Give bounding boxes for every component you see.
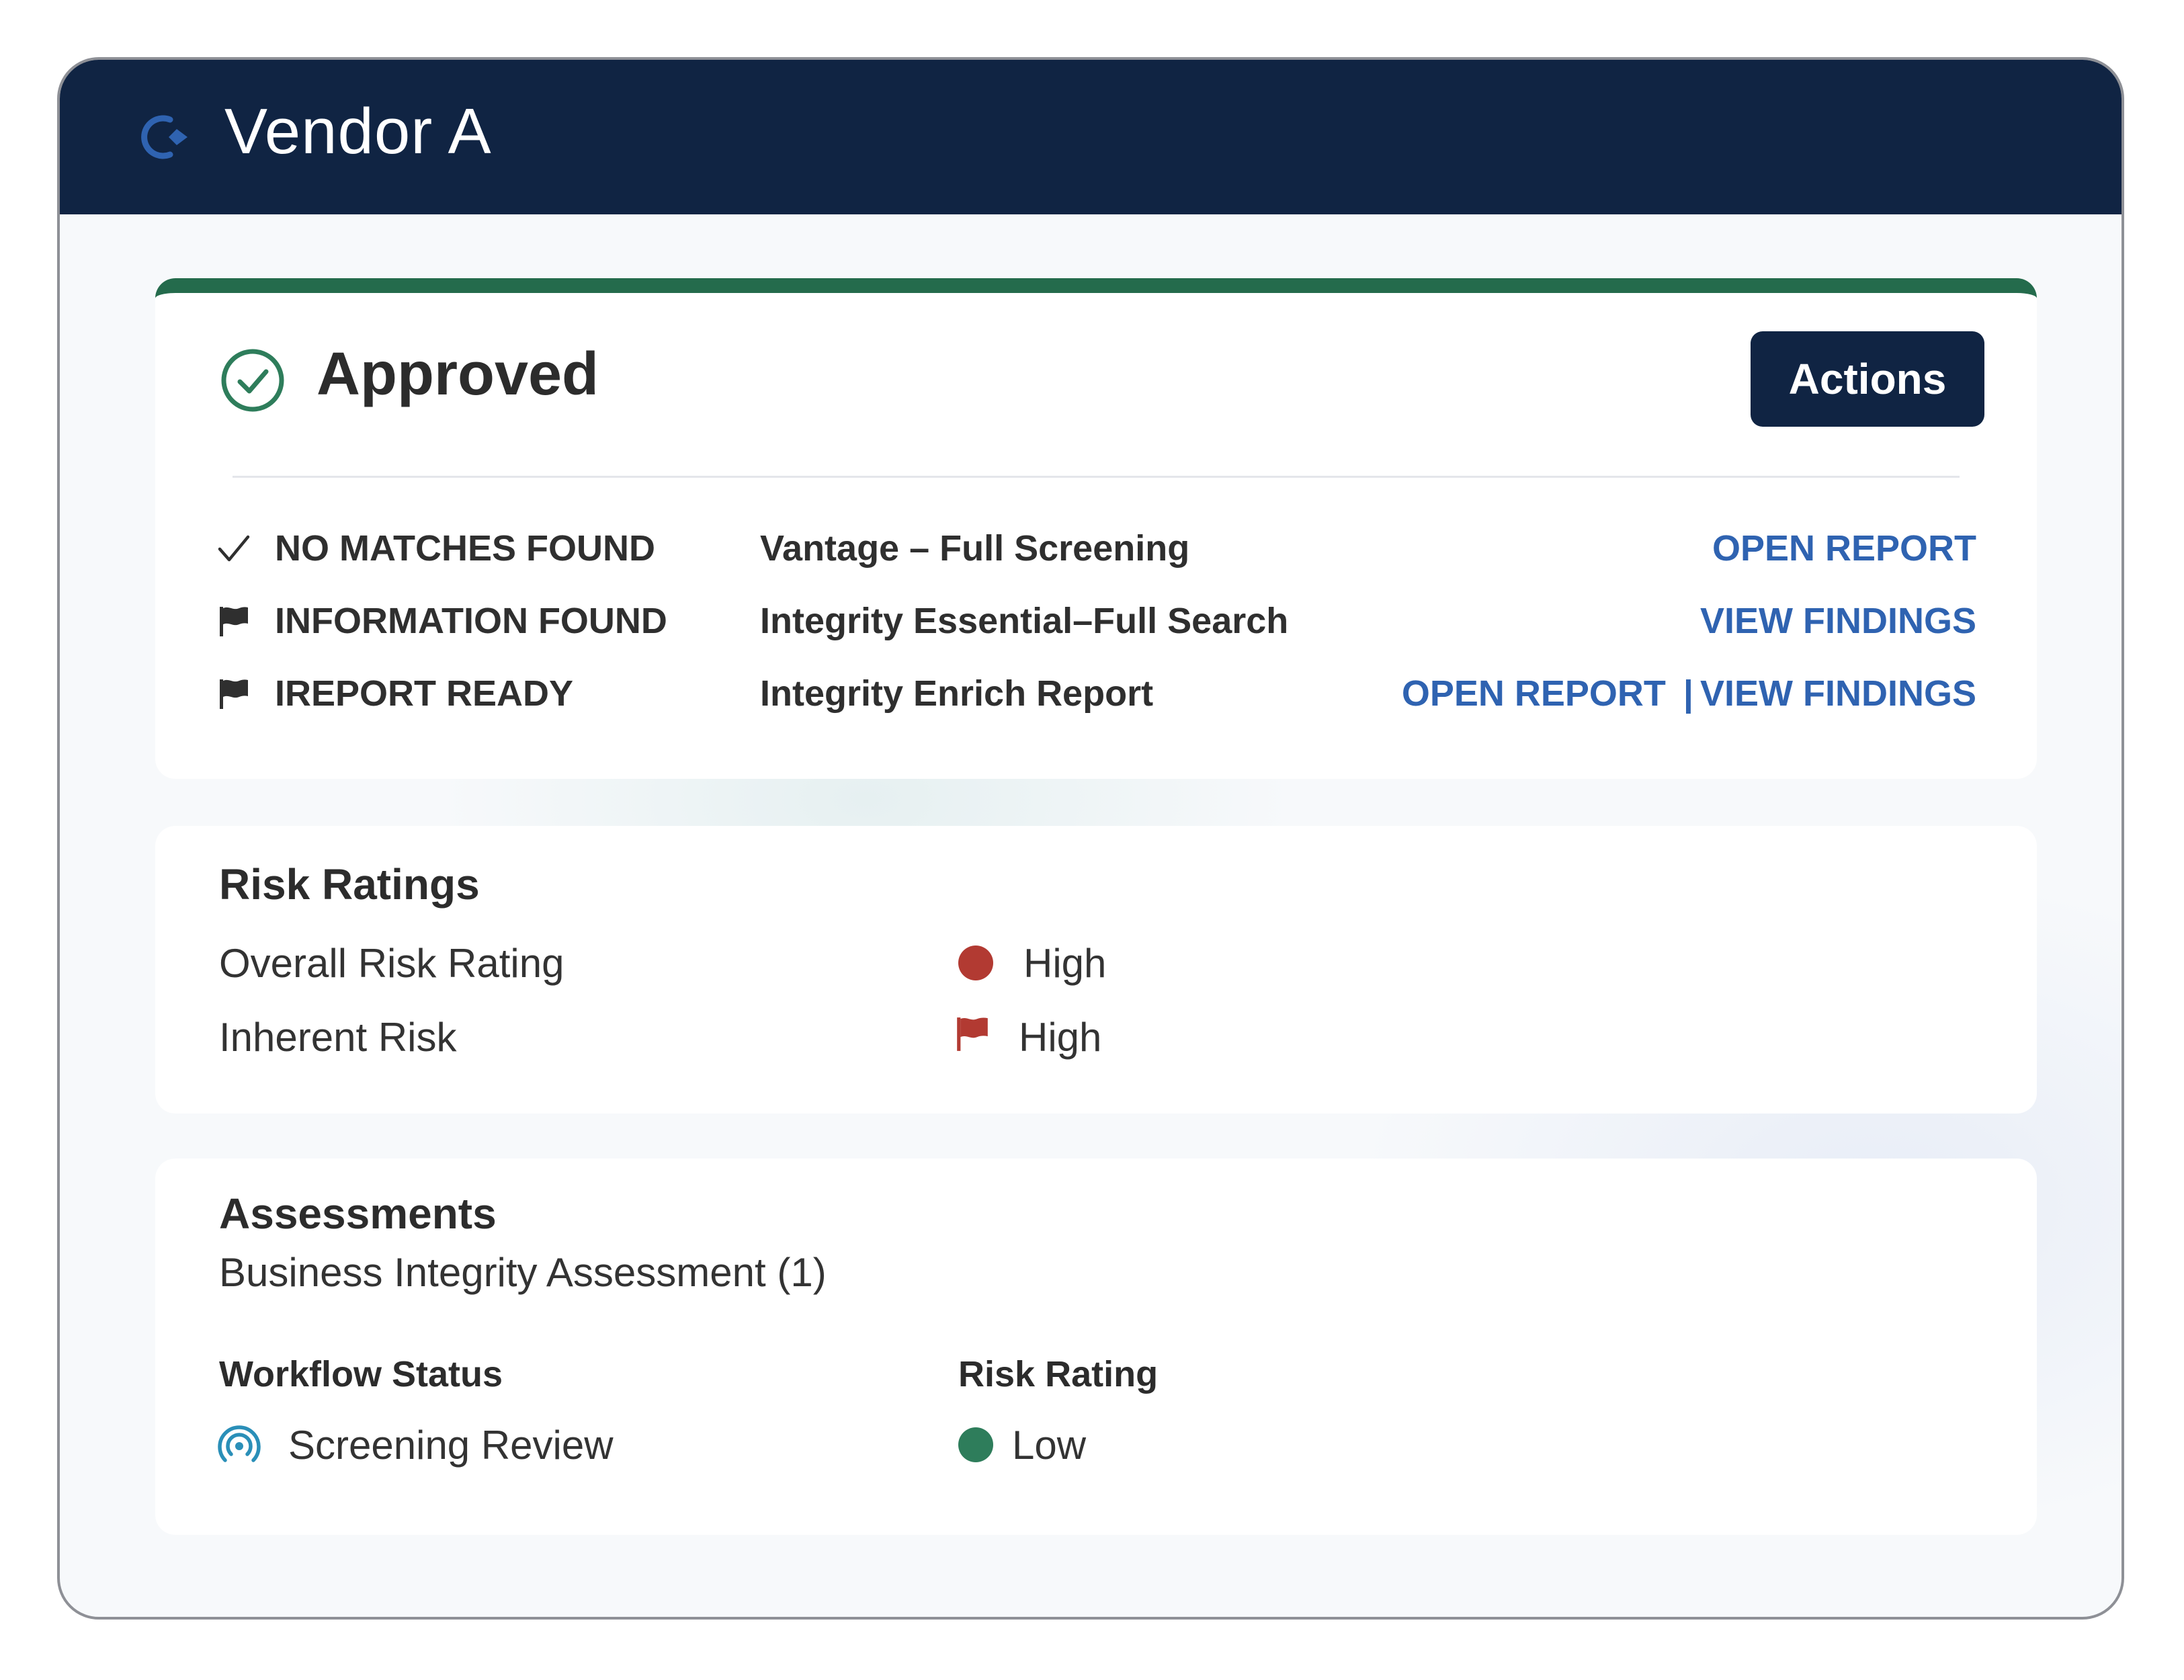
status-title: Approved (317, 341, 599, 408)
screening-product: Integrity Essential–Full Search (760, 601, 1289, 641)
title-bar: Vendor A (60, 60, 2122, 214)
inherent-risk-value: High (1019, 1015, 1102, 1060)
view-findings-link[interactable]: VIEW FINDINGS (1700, 673, 1976, 714)
open-report-link[interactable]: OPEN REPORT (1402, 673, 1666, 714)
status-card: Approved Actions NO MATCHES FOUND Vantag… (155, 278, 2037, 779)
checkmark-icon (218, 535, 250, 562)
screening-status: INFORMATION FOUND (275, 601, 667, 641)
open-report-link[interactable]: OPEN REPORT (1712, 528, 1976, 569)
assessments-title: Assessments (219, 1189, 497, 1238)
screening-product: Vantage – Full Screening (760, 528, 1190, 569)
screening-status: IREPORT READY (275, 673, 574, 714)
approved-check-circle-icon (221, 349, 284, 412)
compass-brand-icon (141, 115, 187, 159)
assessment-name[interactable]: Business Integrity Assessment (1) (219, 1249, 827, 1296)
overall-risk-value: High (1023, 941, 1107, 986)
risk-ratings-title: Risk Ratings (219, 860, 480, 909)
risk-rating-value: Low (1012, 1423, 1087, 1468)
risk-rating-header: Risk Rating (958, 1354, 1159, 1394)
red-flag-icon (957, 1017, 988, 1051)
screening-row: NO MATCHES FOUND Vantage – Full Screenin… (155, 518, 2037, 579)
link-separator: | (1683, 673, 1693, 714)
screening-links: OPEN REPORT (1712, 528, 1976, 569)
inherent-risk-label: Inherent Risk (219, 1015, 457, 1060)
green-dot-icon (958, 1427, 993, 1462)
overall-risk-label: Overall Risk Rating (219, 941, 564, 986)
assessments-card: Assessments Business Integrity Assessmen… (155, 1159, 2037, 1535)
flag-icon (220, 607, 248, 636)
screening-links: VIEW FINDINGS (1700, 600, 1976, 642)
actions-button[interactable]: Actions (1751, 331, 1984, 427)
risk-ratings-card: Risk Ratings Overall Risk Rating High In… (155, 826, 2037, 1114)
vendor-title: Vendor A (224, 95, 492, 167)
screening-status: NO MATCHES FOUND (275, 528, 655, 569)
view-findings-link[interactable]: VIEW FINDINGS (1700, 601, 1976, 641)
screening-row: IREPORT READY Integrity Enrich Report OP… (155, 663, 2037, 724)
divider (233, 476, 1960, 478)
broadcast-icon (218, 1425, 261, 1462)
red-dot-icon (958, 946, 993, 980)
workflow-status-header: Workflow Status (219, 1354, 503, 1394)
screening-product: Integrity Enrich Report (760, 673, 1154, 714)
vendor-window: Vendor A Approved Actions NO MATCHES FOU… (57, 57, 2124, 1620)
screening-links: OPEN REPORT | VIEW FINDINGS (1402, 673, 1976, 714)
flag-icon (220, 679, 248, 709)
screening-row: INFORMATION FOUND Integrity Essential–Fu… (155, 591, 2037, 651)
workflow-status-value: Screening Review (288, 1423, 614, 1468)
